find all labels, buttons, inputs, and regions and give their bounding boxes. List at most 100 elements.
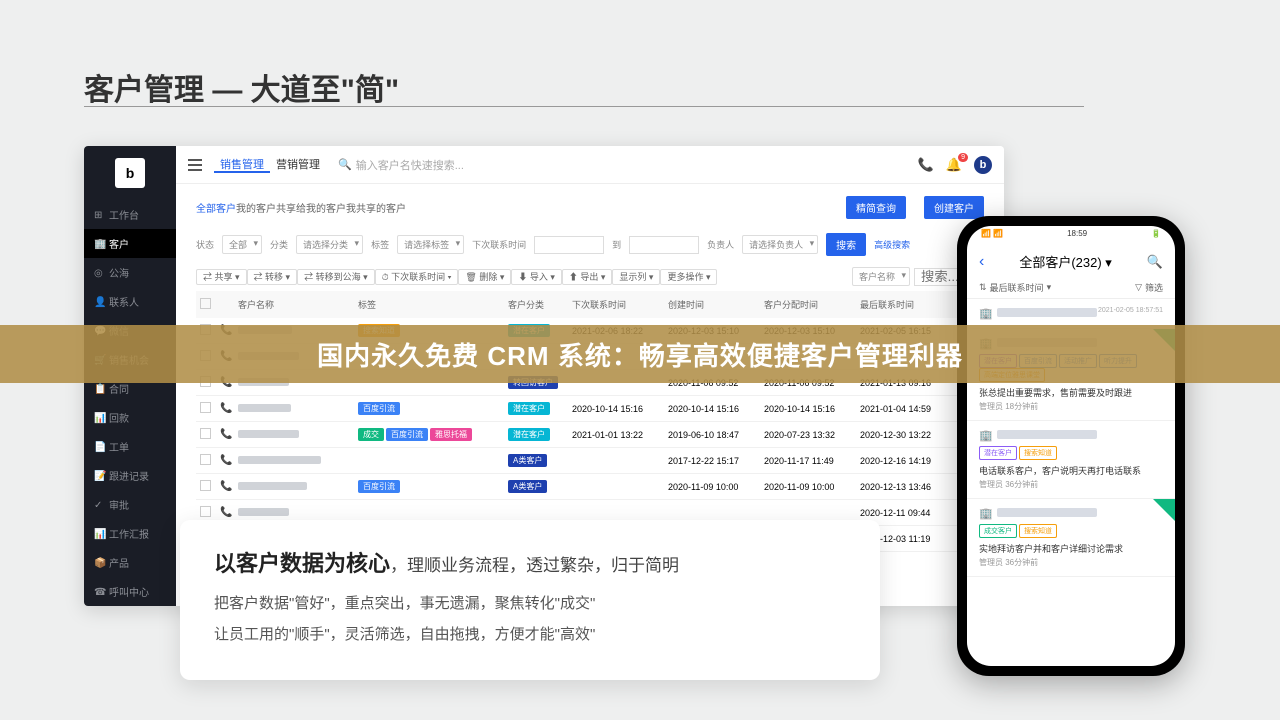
sidebar-label: 回款 xyxy=(109,410,129,425)
table-row[interactable]: 📞百度引流潜在客户2020-10-14 15:162020-10-14 15:1… xyxy=(196,396,984,422)
name-search-select[interactable]: 客户名称 xyxy=(852,267,910,286)
select-all-checkbox[interactable] xyxy=(200,298,211,309)
list-item[interactable]: 🏢成交客户搜索知道实地拜访客户并和客户详细讨论需求管理员 36分钟前 xyxy=(967,499,1175,577)
date-from-input[interactable] xyxy=(534,236,604,254)
phone-icon[interactable]: 📞 xyxy=(918,157,934,173)
row-checkbox[interactable] xyxy=(200,402,211,413)
row-checkbox[interactable] xyxy=(200,454,211,465)
col-name[interactable]: 客户名称 xyxy=(234,296,354,313)
sub-tab[interactable]: 共享给我的客户 xyxy=(276,204,346,215)
caption-line-3: 让员工用的"顺手"，灵活筛选，自由拖拽，方便才能"高效" xyxy=(214,623,846,644)
col-assigned[interactable]: 客户分配时间 xyxy=(760,296,856,313)
sidebar-item-跟进记录[interactable]: 📝跟进记录 xyxy=(84,461,176,490)
sidebar-item-工作汇报[interactable]: 📊工作汇报 xyxy=(84,519,176,548)
phone-icon[interactable]: 📞 xyxy=(220,429,232,440)
sidebar-item-产品[interactable]: 📦产品 xyxy=(84,548,176,577)
sub-tab[interactable]: 我共享的客户 xyxy=(346,204,406,215)
toolbar-button[interactable]: ⇄ 转移到公海 ▾ xyxy=(297,269,375,285)
sidebar-icon: 📊 xyxy=(94,529,104,539)
row-category: 潜在客户 xyxy=(504,426,568,443)
create-customer-button[interactable]: 创建客户 xyxy=(924,196,984,219)
row-checkbox[interactable] xyxy=(200,506,211,517)
row-date: 2017-12-22 15:17 xyxy=(664,454,760,468)
sidebar-item-回款[interactable]: 📊回款 xyxy=(84,403,176,432)
card-meta: 管理员 18分钟前 xyxy=(979,401,1163,412)
row-date xyxy=(568,511,664,515)
sub-tab[interactable]: 我的客户 xyxy=(236,204,276,215)
row-date xyxy=(568,459,664,463)
phone-header: ‹ 全部客户(232) ▾ 🔍 xyxy=(967,246,1175,277)
menu-icon[interactable] xyxy=(188,159,202,171)
phone-icon[interactable]: 📞 xyxy=(220,507,232,518)
nav-tab-销售管理[interactable]: 销售管理 xyxy=(214,159,270,173)
row-date: 2020-11-09 10:00 xyxy=(664,480,760,494)
toolbar-button[interactable]: ⬆ 导出 ▾ xyxy=(562,269,613,285)
filter-row: 状态 全部 分类 请选择分类 标签 请选择标签 下次联系时间 到 负责人 请选择… xyxy=(176,227,1004,262)
title-quote: "简" xyxy=(341,74,399,107)
phone-filter-bar: ⇅ 最后联系时间 ▾ ▽ 筛选 xyxy=(967,277,1175,299)
category-label: 分类 xyxy=(270,238,288,251)
crm-logo[interactable]: b xyxy=(115,158,145,188)
row-date: 2021-01-04 14:59 xyxy=(856,402,952,416)
col-last-contact[interactable]: 最后联系时间 xyxy=(856,296,952,313)
title-divider xyxy=(84,106,1084,107)
sidebar-item-呼叫中心[interactable]: ☎呼叫中心 xyxy=(84,577,176,606)
phone-icon[interactable]: 📞 xyxy=(220,403,232,414)
toolbar-button[interactable]: 更多操作 ▾ xyxy=(660,269,717,285)
filter-button[interactable]: ▽ 筛选 xyxy=(1135,281,1163,294)
toolbar-button[interactable]: ⬇ 导入 ▾ xyxy=(511,269,562,285)
simple-query-button[interactable]: 精简查询 xyxy=(846,196,906,219)
title-prefix: 客户管理 — 大道至 xyxy=(84,74,341,107)
sidebar-item-工单[interactable]: 📄工单 xyxy=(84,432,176,461)
toolbar-button[interactable]: 🗑 删除 ▾ xyxy=(458,269,511,285)
search-button[interactable]: 搜索 xyxy=(826,233,866,256)
advanced-search-link[interactable]: 高级搜索 xyxy=(874,238,910,251)
toolbar-button[interactable]: ⏱ 下次联系时间 ▾ xyxy=(375,269,459,285)
search-icon[interactable]: 🔍 xyxy=(1147,254,1163,270)
bell-icon[interactable]: 🔔9 xyxy=(946,157,962,173)
table-header: 客户名称 标签 客户分类 下次联系时间 创建时间 客户分配时间 最后联系时间 xyxy=(196,291,984,318)
date-to-input[interactable] xyxy=(629,236,699,254)
sidebar-item-客户[interactable]: 🏢客户 xyxy=(84,229,176,258)
row-tags: 成交百度引流雅思托福 xyxy=(354,426,504,443)
toolbar-button[interactable]: ⇄ 转移 ▾ xyxy=(247,269,298,285)
sidebar-item-工作台[interactable]: ⊞工作台 xyxy=(84,200,176,229)
to-label: 到 xyxy=(612,238,621,251)
sidebar-item-公海[interactable]: ◎公海 xyxy=(84,258,176,287)
col-next-contact[interactable]: 下次联系时间 xyxy=(568,296,664,313)
row-checkbox[interactable] xyxy=(200,428,211,439)
toolbar-button[interactable]: ⇄ 共享 ▾ xyxy=(196,269,247,285)
owner-select[interactable]: 请选择负责人 xyxy=(742,235,818,254)
status-select[interactable]: 全部 xyxy=(222,235,262,254)
table-row[interactable]: 📞百度引流A类客户2020-11-09 10:002020-11-09 10:0… xyxy=(196,474,984,500)
category-select[interactable]: 请选择分类 xyxy=(296,235,363,254)
overlay-banner: 国内永久免费 CRM 系统：畅享高效便捷客户管理利器 xyxy=(0,325,1280,383)
row-date: 2021-01-01 13:22 xyxy=(568,428,664,442)
sidebar-item-联系人[interactable]: 👤联系人 xyxy=(84,287,176,316)
customer-name-blur xyxy=(997,430,1097,439)
row-checkbox[interactable] xyxy=(200,480,211,491)
col-created[interactable]: 创建时间 xyxy=(664,296,760,313)
search-input[interactable]: 🔍 输入客户名快速搜索... xyxy=(338,157,906,173)
sidebar-label: 工单 xyxy=(109,439,129,454)
col-tag[interactable]: 标签 xyxy=(354,296,504,313)
list-item[interactable]: 🏢潜在客户搜索知道电话联系客户，客户说明天再打电话联系管理员 36分钟前 xyxy=(967,421,1175,499)
col-category[interactable]: 客户分类 xyxy=(504,296,568,313)
table-row[interactable]: 📞A类客户2017-12-22 15:172020-11-17 11:49202… xyxy=(196,448,984,474)
table-row[interactable]: 📞成交百度引流雅思托福潜在客户2021-01-01 13:222019-06-1… xyxy=(196,422,984,448)
tag-select[interactable]: 请选择标签 xyxy=(397,235,464,254)
sort-dropdown[interactable]: ⇅ 最后联系时间 ▾ xyxy=(979,281,1051,294)
sidebar-icon: 📋 xyxy=(94,384,104,394)
row-date xyxy=(760,511,856,515)
phone-icon[interactable]: 📞 xyxy=(220,481,232,492)
sub-tab[interactable]: 全部客户 xyxy=(196,204,236,215)
back-icon[interactable]: ‹ xyxy=(979,253,984,271)
phone-icon[interactable]: 📞 xyxy=(220,455,232,466)
phone-status-bar: 📶 📶18:59🔋 xyxy=(967,226,1175,246)
row-date: 2020-10-14 15:16 xyxy=(568,402,664,416)
brand-logo-icon[interactable]: b xyxy=(974,156,992,174)
sidebar-item-审批[interactable]: ✓审批 xyxy=(84,490,176,519)
slide-title: 客户管理 — 大道至"简" xyxy=(84,65,399,109)
nav-tab-营销管理[interactable]: 营销管理 xyxy=(270,159,326,171)
toolbar-button[interactable]: 显示列 ▾ xyxy=(612,269,660,285)
